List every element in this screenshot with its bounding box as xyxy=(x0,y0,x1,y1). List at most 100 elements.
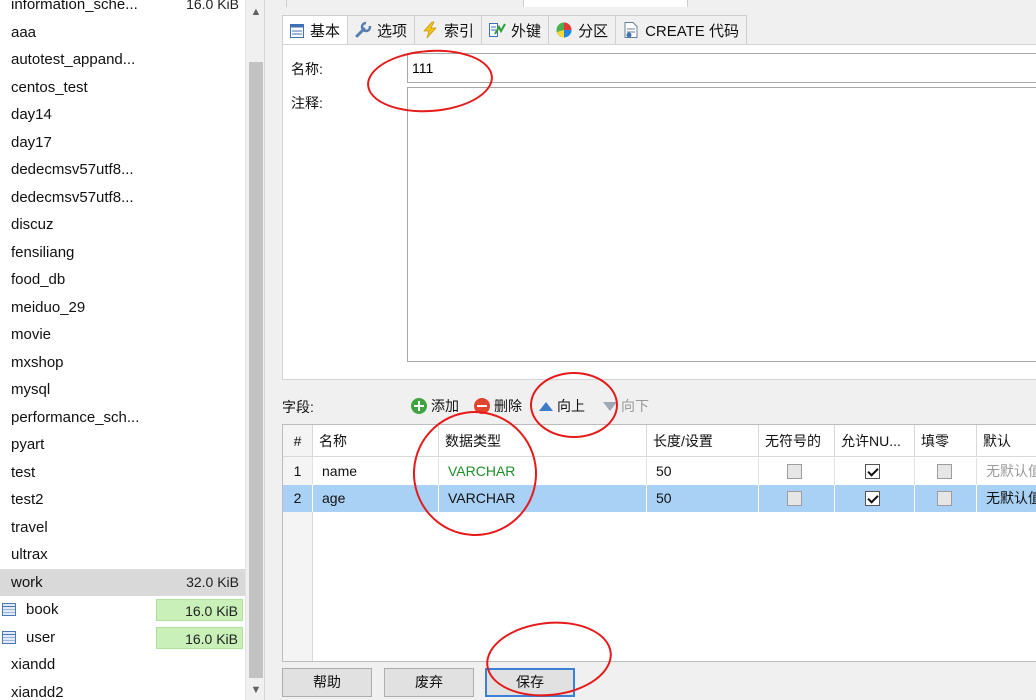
field-default-cell[interactable]: 无默认值 xyxy=(977,458,1036,485)
tree-item-label: food_db xyxy=(11,271,66,288)
tree-database-item[interactable]: mxshop xyxy=(0,349,245,377)
tab-label: 选项 xyxy=(377,22,408,40)
tree-scrollbar[interactable]: ▲ ▼ xyxy=(245,0,264,700)
field-length-cell[interactable]: 50 xyxy=(647,485,759,512)
tree-database-item[interactable]: fensiliang xyxy=(0,239,245,267)
row-number: 2 xyxy=(283,485,313,512)
tree-database-item[interactable]: information_sche... 16.0 KiB xyxy=(0,0,245,19)
tree-item-label: centos_test xyxy=(11,78,88,96)
tree-database-item[interactable]: test xyxy=(0,459,245,487)
fields-grid[interactable]: # 名称 数据类型 长度/设置 无符号的 允许NU... 填零 默认 1 nam… xyxy=(282,424,1036,662)
field-type-cell[interactable]: VARCHAR xyxy=(439,485,647,512)
tree-item-label: day17 xyxy=(11,133,52,151)
column-header-zerofill[interactable]: 填零 xyxy=(915,425,977,457)
tree-table-item[interactable]: user 16.0 KiB xyxy=(0,624,245,652)
add-field-button[interactable]: 添加 xyxy=(411,396,459,416)
unsigned-checkbox[interactable] xyxy=(787,464,802,479)
column-header-number[interactable]: # xyxy=(283,425,313,457)
field-length-cell[interactable]: 50 xyxy=(647,458,759,485)
foreign-key-icon xyxy=(488,21,506,39)
tree-item-label: information_sche... xyxy=(11,0,138,13)
tree-database-item[interactable]: centos_test xyxy=(0,74,245,102)
tree-item-label: user xyxy=(26,628,56,646)
scroll-up-icon[interactable]: ▲ xyxy=(246,6,264,18)
help-button[interactable]: 帮助 xyxy=(282,668,372,697)
scrollbar-thumb[interactable] xyxy=(249,62,263,678)
delete-icon xyxy=(474,398,490,414)
tree-database-item[interactable]: movie xyxy=(0,321,245,349)
tree-database-item[interactable]: food_db xyxy=(0,266,245,294)
table-row-selected[interactable]: 2 age VARCHAR 50 无默认值 xyxy=(283,485,1036,512)
tree-database-item[interactable]: day17 xyxy=(0,129,245,157)
tree-database-item[interactable]: discuz xyxy=(0,211,245,239)
tree-database-item[interactable]: dedecmsv57utf8... xyxy=(0,156,245,184)
tree-database-item[interactable]: xiandd2 xyxy=(0,679,245,700)
scroll-down-icon[interactable]: ▼ xyxy=(246,684,264,696)
top-strip xyxy=(268,0,1036,8)
tree-database-item[interactable]: test2 xyxy=(0,486,245,514)
tree-item-label: pyart xyxy=(11,436,45,453)
field-name-cell[interactable]: name xyxy=(313,458,439,485)
tree-database-item[interactable]: dedecmsv57utf8... xyxy=(0,184,245,212)
tab-indexes[interactable]: 索引 xyxy=(415,15,483,45)
column-header-datatype[interactable]: 数据类型 xyxy=(439,425,647,457)
tree-database-item[interactable]: ultrax xyxy=(0,541,245,569)
column-header-name[interactable]: 名称 xyxy=(313,425,439,457)
table-row[interactable]: 1 name VARCHAR 50 无默认值 xyxy=(283,458,1036,485)
tree-database-item[interactable]: pyart xyxy=(0,431,245,459)
tab-foreign-keys[interactable]: 外键 xyxy=(482,15,550,45)
table-editor: 基本 选项 索引 外键 分区 CREATE 代码 名称: 111 注释: 字段:… xyxy=(268,0,1036,700)
tab-options[interactable]: 选项 xyxy=(348,15,416,45)
tree-item-label: test2 xyxy=(11,491,44,508)
unsigned-cell xyxy=(759,485,835,512)
tree-database-item[interactable]: work 32.0 KiB xyxy=(0,568,245,596)
database-tree[interactable]: information_sche... 16.0 KiB aaa autotest_a… xyxy=(0,0,265,700)
field-name-cell[interactable]: age xyxy=(313,485,439,512)
discard-button[interactable]: 废弃 xyxy=(384,668,474,697)
move-down-button[interactable]: 向下 xyxy=(603,396,649,416)
zerofill-checkbox[interactable] xyxy=(937,464,952,479)
unsigned-checkbox[interactable] xyxy=(787,491,802,506)
tab-label: 索引 xyxy=(444,22,475,40)
tab-partitions[interactable]: 分区 xyxy=(549,15,617,45)
column-header-default[interactable]: 默认 xyxy=(977,425,1036,457)
tree-database-item[interactable]: autotest_appand... xyxy=(0,46,245,74)
field-default-cell[interactable]: 无默认值 xyxy=(977,485,1036,512)
column-header-allow-null[interactable]: 允许NU... xyxy=(835,425,915,457)
tree-item-label: mxshop xyxy=(11,353,64,371)
zerofill-checkbox[interactable] xyxy=(937,491,952,506)
field-type-cell[interactable]: VARCHAR xyxy=(439,458,647,485)
tree-table-item[interactable]: book 16.0 KiB xyxy=(0,596,245,624)
allow-null-cell xyxy=(835,485,915,512)
tree-database-item[interactable]: mysql xyxy=(0,376,245,404)
move-down-label: 向下 xyxy=(621,398,649,414)
allow-null-checkbox[interactable] xyxy=(865,491,880,506)
delete-field-button[interactable]: 删除 xyxy=(474,396,522,416)
tab-label: CREATE 代码 xyxy=(645,22,739,40)
tab-basic[interactable]: 基本 xyxy=(282,15,349,46)
size-badge: 16.0 KiB xyxy=(156,626,243,649)
tree-item-label: dedecmsv57utf8... xyxy=(11,161,134,178)
tree-database-item[interactable]: meiduo_29 xyxy=(0,294,245,322)
move-up-button[interactable]: 向上 xyxy=(539,396,585,416)
grid-icon xyxy=(289,23,305,39)
tree-database-item[interactable]: performance_sch... xyxy=(0,404,245,432)
tree-item-label: xiandd2 xyxy=(11,683,64,700)
allow-null-checkbox[interactable] xyxy=(865,464,880,479)
comment-label: 注释: xyxy=(291,95,323,111)
add-label: 添加 xyxy=(431,398,459,414)
tree-item-label: dedecmsv57utf8... xyxy=(11,188,134,206)
comment-textarea[interactable] xyxy=(407,87,1036,362)
table-name-input[interactable] xyxy=(407,53,1036,83)
tree-database-item[interactable]: day14 xyxy=(0,101,245,129)
size-badge: 32.0 KiB xyxy=(186,573,239,590)
tree-database-item[interactable]: aaa xyxy=(0,19,245,47)
column-header-length[interactable]: 长度/设置 xyxy=(647,425,759,457)
add-icon xyxy=(411,398,427,414)
tree-database-item[interactable]: xiandd xyxy=(0,651,245,679)
tab-create-code[interactable]: CREATE 代码 xyxy=(616,15,747,45)
tree-item-label: meiduo_29 xyxy=(11,298,86,316)
tree-database-item[interactable]: travel xyxy=(0,514,245,542)
save-button[interactable]: 保存 xyxy=(485,668,575,697)
column-header-unsigned[interactable]: 无符号的 xyxy=(759,425,835,457)
